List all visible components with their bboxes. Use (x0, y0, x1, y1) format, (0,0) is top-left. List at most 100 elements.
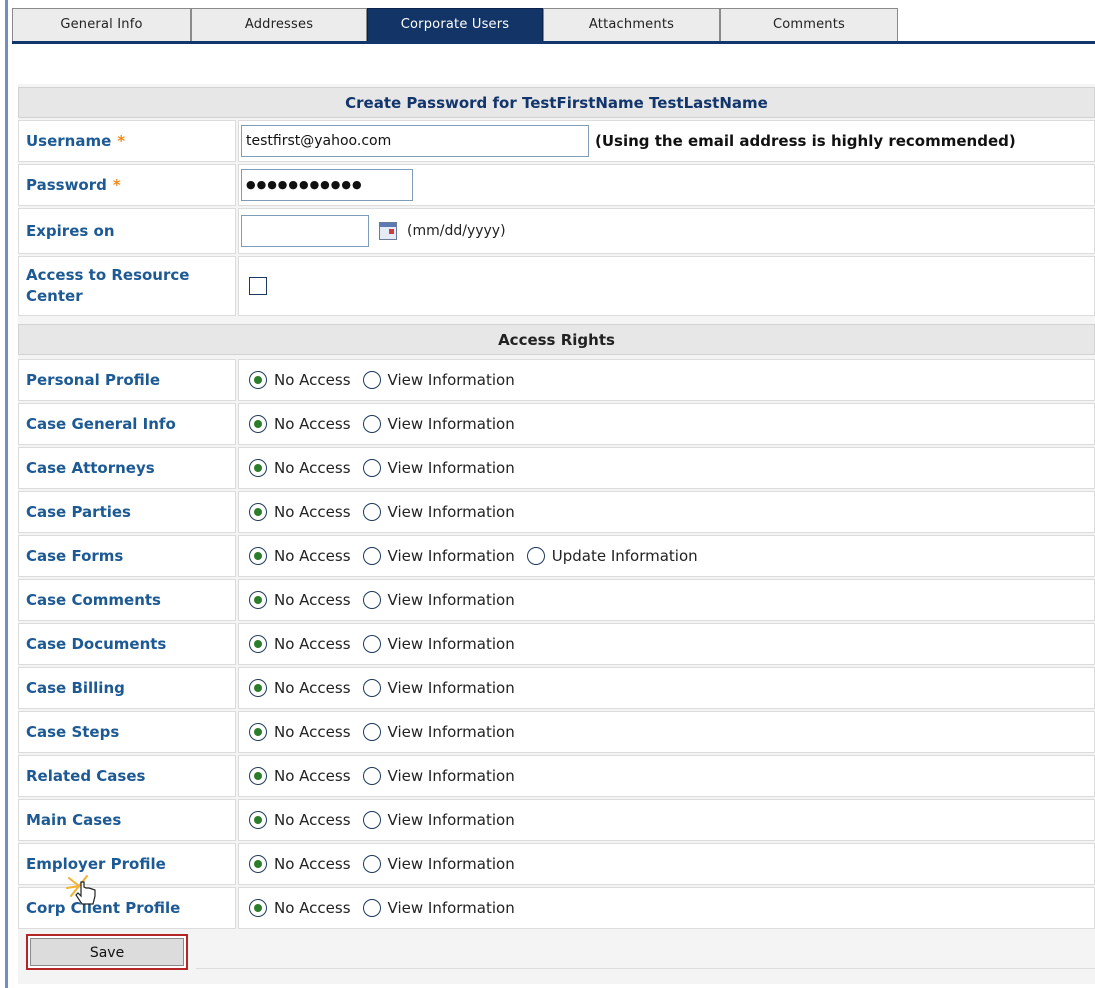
access-row-label: Related Cases (18, 755, 236, 797)
radio-view[interactable] (362, 503, 381, 521)
access-row-options: No Access View Information (238, 755, 1095, 797)
radio-option-view[interactable]: View Information (362, 459, 515, 477)
radio-label: No Access (274, 503, 351, 521)
radio-view[interactable] (362, 679, 381, 697)
tab-general-info[interactable]: General Info (12, 8, 191, 41)
save-button[interactable]: Save (30, 938, 184, 966)
radio-label: Update Information (551, 547, 698, 565)
radio-option-no-access[interactable]: No Access (249, 591, 351, 609)
required-star-icon: * (112, 176, 121, 194)
radio-option-no-access[interactable]: No Access (249, 767, 351, 785)
radio-label: No Access (274, 591, 351, 609)
radio-no-access[interactable] (249, 811, 267, 829)
radio-option-no-access[interactable]: No Access (249, 723, 351, 741)
radio-label: No Access (274, 415, 351, 433)
radio-no-access[interactable] (249, 459, 267, 477)
radio-label: No Access (274, 371, 351, 389)
radio-view[interactable] (362, 547, 381, 565)
radio-option-update[interactable]: Update Information (526, 547, 698, 565)
tab-corporate-users[interactable]: Corporate Users (367, 8, 543, 41)
radio-label: View Information (387, 635, 515, 653)
radio-option-no-access[interactable]: No Access (249, 371, 351, 389)
radio-no-access[interactable] (249, 503, 267, 521)
radio-option-view[interactable]: View Information (362, 811, 515, 829)
radio-no-access[interactable] (249, 635, 267, 653)
access-row-options: No Access View Information (238, 447, 1095, 489)
radio-option-view[interactable]: View Information (362, 415, 515, 433)
radio-option-no-access[interactable]: No Access (249, 811, 351, 829)
radio-no-access[interactable] (249, 679, 267, 697)
save-button-frame: Save (26, 934, 188, 970)
radio-no-access[interactable] (249, 547, 267, 565)
radio-label: No Access (274, 767, 351, 785)
radio-view[interactable] (362, 855, 381, 873)
radio-option-view[interactable]: View Information (362, 679, 515, 697)
radio-view[interactable] (362, 811, 381, 829)
radio-no-access[interactable] (249, 591, 267, 609)
expires-cell: (mm/dd/yyyy) (238, 208, 1095, 254)
access-row-options: No Access View Information (238, 887, 1095, 929)
access-row-options: No Access View Information (238, 843, 1095, 885)
tab-comments[interactable]: Comments (720, 8, 898, 41)
username-cell: testfirst@yahoo.com (Using the email add… (238, 120, 1095, 162)
radio-option-no-access[interactable]: No Access (249, 503, 351, 521)
radio-option-no-access[interactable]: No Access (249, 899, 351, 917)
radio-no-access[interactable] (249, 415, 267, 433)
radio-label: No Access (274, 855, 351, 873)
calendar-icon[interactable] (379, 222, 397, 240)
radio-no-access[interactable] (249, 767, 267, 785)
radio-option-view[interactable]: View Information (362, 899, 515, 917)
radio-update[interactable] (526, 547, 545, 565)
radio-view[interactable] (362, 371, 381, 389)
radio-no-access[interactable] (249, 371, 267, 389)
radio-option-view[interactable]: View Information (362, 855, 515, 873)
radio-view[interactable] (362, 723, 381, 741)
expires-label: Expires on (18, 208, 236, 254)
radio-label: No Access (274, 547, 351, 565)
divider (196, 968, 1095, 969)
expires-date-input[interactable] (241, 215, 369, 247)
radio-option-view[interactable]: View Information (362, 503, 515, 521)
radio-label: No Access (274, 459, 351, 477)
radio-option-no-access[interactable]: No Access (249, 855, 351, 873)
date-format-hint: (mm/dd/yyyy) (407, 223, 506, 239)
username-hint: (Using the email address is highly recom… (595, 132, 1016, 150)
radio-option-view[interactable]: View Information (362, 371, 515, 389)
radio-view[interactable] (362, 767, 381, 785)
radio-label: No Access (274, 635, 351, 653)
access-rights-header: Access Rights (18, 324, 1095, 355)
radio-no-access[interactable] (249, 723, 267, 741)
resource-center-cell (238, 256, 1095, 316)
radio-label: View Information (387, 679, 515, 697)
radio-view[interactable] (362, 459, 381, 477)
access-row-label: Employer Profile (18, 843, 236, 885)
radio-view[interactable] (362, 635, 381, 653)
radio-view[interactable] (362, 415, 381, 433)
access-row-options: No Access View Information (238, 579, 1095, 621)
radio-option-no-access[interactable]: No Access (249, 415, 351, 433)
tab-addresses[interactable]: Addresses (191, 8, 367, 41)
radio-option-view[interactable]: View Information (362, 591, 515, 609)
radio-option-no-access[interactable]: No Access (249, 635, 351, 653)
radio-option-no-access[interactable]: No Access (249, 679, 351, 697)
access-row-label: Case Comments (18, 579, 236, 621)
create-password-form: Create Password for TestFirstName TestLa… (18, 84, 1095, 984)
radio-view[interactable] (362, 591, 381, 609)
radio-option-view[interactable]: View Information (362, 767, 515, 785)
radio-label: No Access (274, 679, 351, 697)
radio-no-access[interactable] (249, 855, 267, 873)
expires-label-text: Expires on (26, 222, 115, 240)
radio-option-view[interactable]: View Information (362, 723, 515, 741)
radio-no-access[interactable] (249, 899, 267, 917)
tab-attachments[interactable]: Attachments (543, 8, 720, 41)
radio-option-no-access[interactable]: No Access (249, 459, 351, 477)
password-input[interactable]: ●●●●●●●●●●● (241, 169, 413, 201)
radio-option-view[interactable]: View Information (362, 547, 515, 565)
radio-option-view[interactable]: View Information (362, 635, 515, 653)
access-row-label: Case Parties (18, 491, 236, 533)
radio-view[interactable] (362, 899, 381, 917)
resource-center-checkbox[interactable] (249, 277, 267, 295)
username-input[interactable]: testfirst@yahoo.com (241, 125, 589, 157)
access-row-options: No Access View Information (238, 667, 1095, 709)
radio-option-no-access[interactable]: No Access (249, 547, 351, 565)
